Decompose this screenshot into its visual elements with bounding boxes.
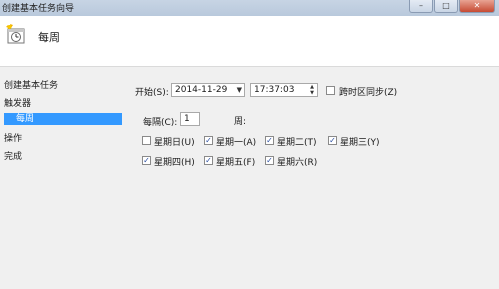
step-action[interactable]: 操作: [4, 131, 22, 144]
title-bar: 创建基本任务向导 – □ ✕: [0, 0, 499, 16]
sync-timezone-checkbox[interactable]: [326, 86, 335, 95]
thursday-checkbox[interactable]: ✓: [142, 156, 151, 165]
wednesday-checkbox[interactable]: ✓: [328, 136, 337, 145]
start-date-value: 2014-11-29: [175, 85, 228, 95]
wednesday-label: 星期三(Y): [340, 138, 380, 148]
sync-timezone-label: 跨时区同步(Z): [339, 88, 398, 98]
start-time-spinner[interactable]: 17:37:03 ▲ ▼: [250, 83, 318, 97]
friday-label: 星期五(F): [216, 158, 256, 168]
saturday-checkbox[interactable]: ✓: [265, 156, 274, 165]
window-title: 创建基本任务向导: [2, 4, 75, 14]
step-weekly[interactable]: 每周: [4, 113, 122, 125]
window-controls: – □ ✕: [409, 0, 495, 13]
step-create-basic-task[interactable]: 创建基本任务: [4, 78, 58, 91]
sunday-label: 星期日(U): [154, 138, 195, 148]
close-button[interactable]: ✕: [459, 0, 495, 13]
maximize-button[interactable]: □: [434, 0, 458, 13]
tuesday-label: 星期二(T): [277, 138, 317, 148]
sunday-checkbox[interactable]: [142, 136, 151, 145]
friday-checkbox[interactable]: ✓: [204, 156, 213, 165]
start-label: 开始(S):: [135, 88, 169, 98]
thursday-label: 星期四(H): [154, 158, 195, 168]
saturday-label: 星期六(R): [277, 158, 318, 168]
page-title: 每周: [38, 31, 60, 44]
recur-value: 1: [184, 114, 190, 124]
start-time-value: 17:37:03: [254, 85, 295, 95]
minimize-button[interactable]: –: [409, 0, 433, 13]
step-finish[interactable]: 完成: [4, 149, 22, 162]
step-trigger[interactable]: 触发器: [4, 96, 31, 109]
spin-arrows-icon[interactable]: ▲ ▼: [308, 84, 316, 96]
monday-label: 星期一(A): [216, 138, 257, 148]
recur-label: 每隔(C):: [143, 118, 178, 128]
wizard-header: 每周: [0, 16, 499, 67]
start-date-picker[interactable]: 2014-11-29 ▼: [171, 83, 245, 97]
calendar-clock-icon: [6, 24, 25, 44]
tuesday-checkbox[interactable]: ✓: [265, 136, 274, 145]
recur-input[interactable]: 1: [180, 112, 200, 126]
monday-checkbox[interactable]: ✓: [204, 136, 213, 145]
recur-unit-label: 周:: [234, 117, 247, 127]
chevron-down-icon: ▼: [236, 86, 242, 94]
